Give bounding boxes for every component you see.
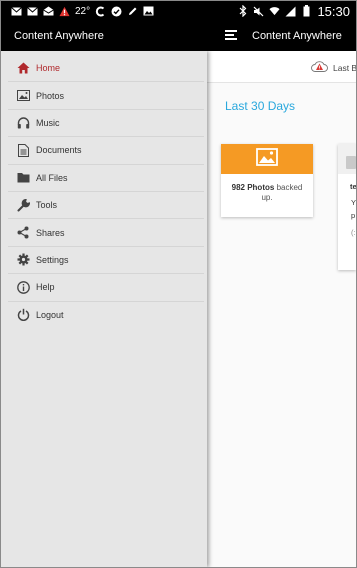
gear-icon — [16, 253, 30, 267]
share-icon — [16, 226, 30, 240]
app-bar: Content Anywhere Content Anywhere — [1, 21, 356, 51]
partial-card[interactable]: te Y p (: — [338, 144, 356, 270]
nav-item-photos[interactable]: Photos — [8, 82, 204, 110]
nav-list: Home Photos Music Documents All Files To… — [8, 55, 204, 328]
banner-text: Last B — [333, 63, 357, 73]
device-screen: 22° 15:30 Content Anywhere Content Anywh… — [0, 0, 357, 568]
nav-label-music: Music — [36, 117, 60, 128]
nav-label-help: Help — [36, 282, 55, 293]
pencil-icon — [127, 6, 138, 17]
folder-icon — [16, 171, 30, 185]
nav-label-all-files: All Files — [36, 172, 68, 183]
partial-card-line: p — [351, 211, 356, 220]
main-content: Last B Last 30 Days 982 Photos backed up… — [207, 51, 356, 567]
photos-icon — [16, 89, 30, 103]
document-icon — [346, 156, 356, 169]
navigation-drawer: Home Photos Music Documents All Files To… — [1, 51, 207, 567]
backup-banner[interactable]: Last B — [207, 51, 356, 83]
partial-card-line: te — [350, 182, 356, 191]
c-logo-icon — [95, 6, 106, 17]
mute-icon — [253, 6, 264, 17]
nav-item-documents[interactable]: Documents — [8, 137, 204, 165]
hamburger-icon[interactable] — [225, 30, 237, 40]
battery-icon — [301, 5, 312, 17]
partial-card-header — [338, 144, 356, 174]
mail-icon — [27, 6, 38, 17]
wrench-icon — [16, 198, 30, 212]
nav-label-tools: Tools — [36, 200, 58, 211]
nav-item-music[interactable]: Music — [8, 110, 204, 138]
status-system: 15:30 — [237, 3, 350, 19]
photos-summary-card[interactable]: 982 Photos backed up. — [221, 144, 313, 217]
document-icon — [16, 143, 30, 157]
clock-text: 15:30 — [317, 3, 350, 19]
nav-label-home: Home — [36, 63, 61, 74]
photos-card-header — [221, 144, 313, 174]
status-notifications: 22° — [11, 4, 154, 18]
temperature-text: 22° — [75, 5, 91, 17]
photos-count: 982 Photos — [231, 183, 275, 192]
nav-item-home[interactable]: Home — [8, 55, 204, 83]
signal-icon — [285, 6, 296, 17]
nav-item-settings[interactable]: Settings — [8, 247, 204, 275]
nav-label-documents: Documents — [36, 145, 82, 156]
photos-card-image-icon — [256, 147, 278, 171]
headphones-icon — [16, 116, 30, 130]
check-icon — [111, 6, 122, 17]
nav-label-photos: Photos — [36, 90, 65, 101]
nav-label-logout: Logout — [36, 309, 64, 320]
nav-item-help[interactable]: Help — [8, 274, 204, 302]
photos-card-text: 982 Photos backed up. — [221, 174, 313, 203]
section-title: Last 30 Days — [225, 99, 296, 113]
mail-icon — [11, 6, 22, 17]
bluetooth-icon — [237, 5, 248, 17]
nav-label-settings: Settings — [36, 254, 69, 265]
app-title: Content Anywhere — [252, 30, 342, 42]
nav-item-logout[interactable]: Logout — [8, 302, 204, 328]
cloud-warning-icon — [311, 60, 328, 74]
mail-open-icon — [43, 6, 54, 17]
nav-item-shares[interactable]: Shares — [8, 219, 204, 247]
nav-item-tools[interactable]: Tools — [8, 192, 204, 220]
partial-card-line: Y — [351, 198, 356, 207]
drawer-title: Content Anywhere — [14, 30, 104, 42]
info-icon — [16, 280, 30, 294]
partial-card-line: (: — [351, 228, 356, 237]
nav-label-shares: Shares — [36, 227, 65, 238]
wifi-icon — [269, 6, 280, 17]
power-icon — [16, 308, 30, 322]
nav-item-all-files[interactable]: All Files — [8, 165, 204, 192]
image-icon — [143, 6, 154, 17]
status-bar: 22° 15:30 — [1, 1, 356, 21]
warning-icon — [59, 6, 70, 17]
home-icon — [16, 61, 30, 75]
